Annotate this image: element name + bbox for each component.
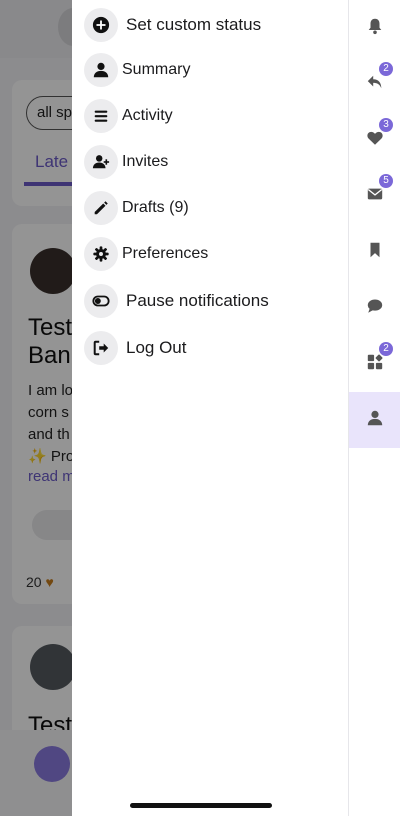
user-icon	[84, 53, 118, 87]
user-menu-rail: 2 3 5 2	[348, 0, 400, 816]
bookmark-icon	[366, 241, 384, 264]
menu-item-pause-notifications[interactable]: Pause notifications	[84, 284, 269, 318]
gear-icon	[84, 237, 118, 271]
menu-item-label: Drafts (9)	[122, 199, 189, 216]
menu-item-label: Log Out	[126, 338, 187, 357]
envelope-icon	[366, 185, 384, 208]
rail-tab-bookmarks[interactable]	[349, 224, 400, 280]
rail-tab-profile[interactable]	[349, 392, 400, 448]
menu-item-set-custom-status[interactable]: Set custom status	[84, 8, 261, 42]
notification-badge: 3	[379, 118, 393, 132]
menu-item-activity[interactable]: Activity	[84, 99, 173, 133]
rail-tab-replies[interactable]: 2	[349, 56, 400, 112]
heart-icon	[366, 129, 384, 152]
toggle-icon	[84, 284, 118, 318]
user-plus-icon	[84, 145, 118, 179]
pencil-icon	[84, 191, 118, 225]
notification-badge: 2	[379, 342, 393, 356]
home-indicator	[130, 803, 272, 808]
menu-item-label: Preferences	[122, 245, 209, 262]
rail-tab-messages[interactable]: 5	[349, 168, 400, 224]
menu-item-log-out[interactable]: Log Out	[84, 331, 187, 365]
rail-tab-likes[interactable]: 3	[349, 112, 400, 168]
user-icon	[366, 409, 384, 432]
menu-item-label: Set custom status	[126, 15, 262, 34]
list-icon	[84, 99, 118, 133]
menu-item-label: Invites	[122, 153, 169, 170]
chat-bubble-icon	[366, 297, 384, 320]
menu-item-preferences[interactable]: Preferences	[84, 237, 208, 271]
user-menu-drawer: Set custom status Summary Activity Invit…	[72, 0, 348, 816]
menu-item-invites[interactable]: Invites	[84, 145, 168, 179]
widgets-icon	[366, 353, 384, 376]
menu-item-label: Summary	[122, 61, 191, 78]
rail-tab-notifications[interactable]	[349, 0, 400, 56]
menu-item-drafts[interactable]: Drafts (9)	[84, 191, 189, 225]
notification-badge: 2	[379, 62, 393, 76]
menu-item-label: Pause notifications	[126, 291, 269, 310]
rail-tab-chat[interactable]	[349, 280, 400, 336]
menu-item-summary[interactable]: Summary	[84, 53, 190, 87]
rail-tab-review[interactable]: 2	[349, 336, 400, 392]
menu-item-label: Activity	[122, 107, 173, 124]
reply-icon	[366, 73, 384, 96]
logout-icon	[84, 331, 118, 365]
plus-circle-icon	[84, 8, 118, 42]
notification-badge: 5	[379, 174, 393, 188]
bell-icon	[366, 17, 384, 40]
